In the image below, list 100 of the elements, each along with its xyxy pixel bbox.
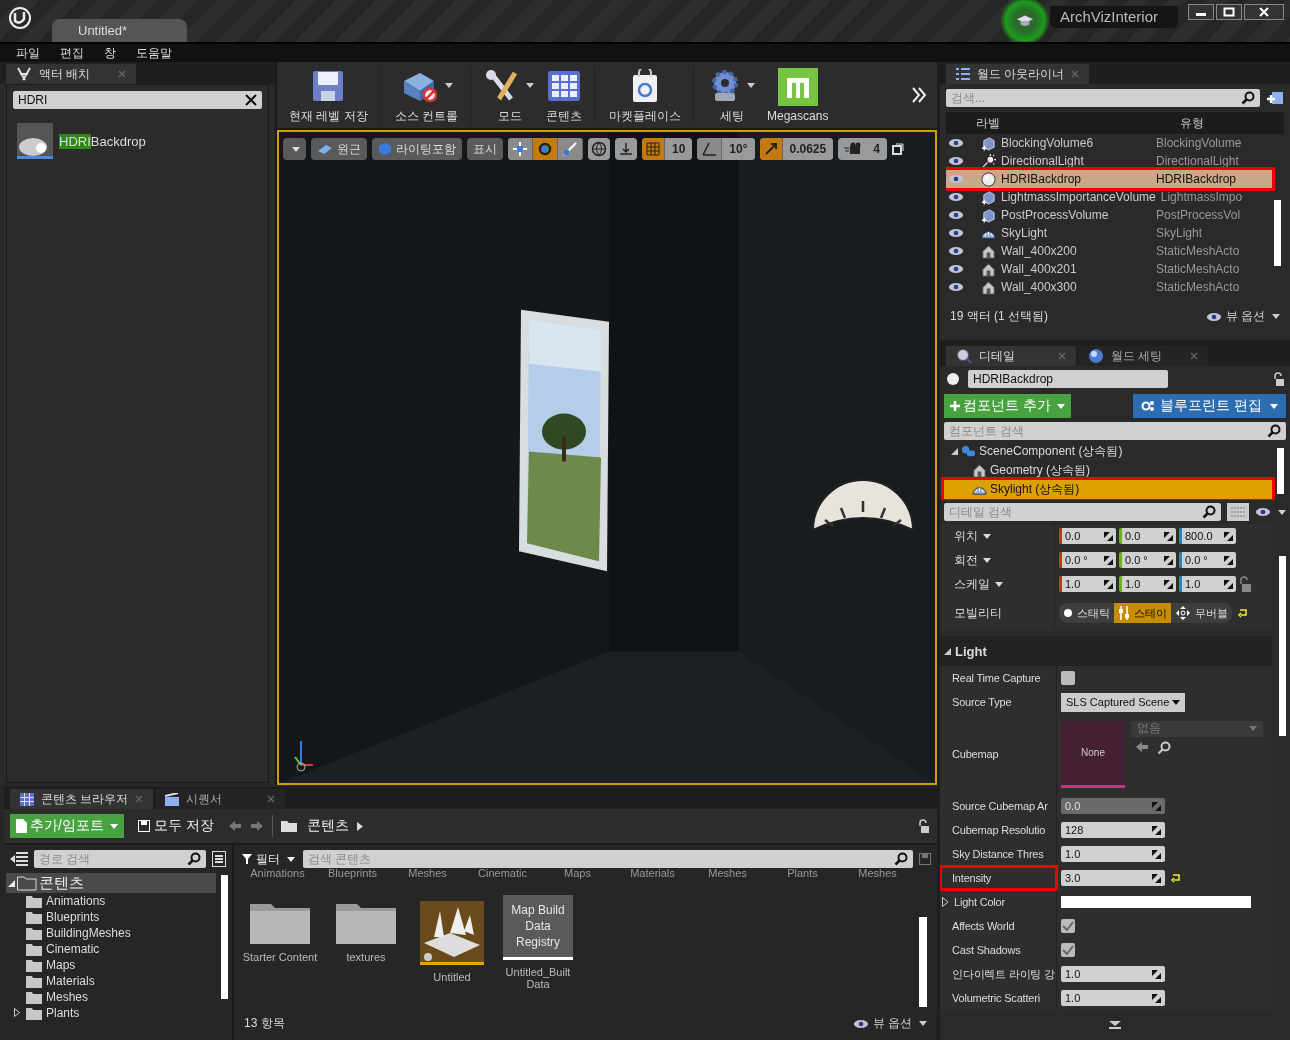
mobility-option[interactable]: 스테이 [1114, 603, 1171, 623]
chevron-right-icon[interactable] [356, 821, 363, 831]
search-icon[interactable] [1267, 424, 1281, 438]
clear-icon[interactable] [245, 94, 257, 106]
asset-name[interactable]: Blueprints [315, 867, 390, 879]
outliner-row[interactable]: Wall_400x300 StaticMeshActo [946, 278, 1272, 296]
number-field[interactable]: 0.0 ° [1119, 552, 1176, 568]
checkbox[interactable] [1061, 943, 1075, 957]
number-field[interactable]: 0.0 ° [1179, 552, 1236, 568]
color-swatch[interactable] [1061, 896, 1251, 908]
toolbar-button[interactable]: 세팅 [693, 65, 761, 125]
panel-tab[interactable]: 콘텐츠 브라우저 [10, 789, 154, 809]
expand-arrow-icon[interactable] [942, 897, 949, 907]
asset-tile[interactable]: Map Build Data Registry Untitled_Built Data [498, 895, 578, 1011]
number-field[interactable]: 1.0 [1119, 576, 1176, 592]
expanded-arrow-icon[interactable] [951, 448, 958, 455]
toolbar-button[interactable]: 마켓플레이스 [594, 65, 687, 125]
panel-tab[interactable]: 액터 배치 [6, 64, 136, 84]
maximize-button[interactable] [1216, 4, 1242, 20]
eye-icon[interactable] [948, 246, 964, 256]
list-icon[interactable] [212, 851, 226, 867]
panel-tab[interactable]: 월드 아웃라이너 [946, 64, 1090, 84]
asset-name[interactable]: Materials [615, 867, 690, 879]
toolbar-button[interactable]: 콘텐츠 [540, 65, 588, 125]
number-field[interactable]: 1.0 [1061, 990, 1165, 1006]
number-field[interactable]: 3.0 [1061, 870, 1165, 886]
folder-tree-item[interactable]: BuildingMeshes [4, 925, 216, 941]
asset-name[interactable]: Meshes [690, 867, 765, 879]
eye-icon[interactable] [948, 138, 964, 148]
eye-icon[interactable] [948, 156, 964, 166]
snap-toggle[interactable] [642, 138, 665, 160]
minimize-button[interactable] [1188, 4, 1214, 20]
actor-name-field[interactable]: HDRIBackdrop [968, 370, 1168, 388]
view-mode-button[interactable]: 원근 [311, 138, 367, 160]
document-tab[interactable]: Untitled* [52, 19, 188, 42]
search-icon[interactable] [1202, 505, 1216, 519]
outliner-row[interactable]: Wall_400x201 StaticMeshActo [946, 260, 1272, 278]
snap-toggle[interactable] [697, 138, 723, 160]
folder-tree-item[interactable]: 콘텐츠 [6, 873, 216, 893]
folder-tree-item[interactable]: Animations [4, 893, 216, 909]
number-field[interactable]: 128 [1061, 822, 1165, 838]
toolbar-button[interactable]: 소스 컨트롤 [379, 65, 464, 125]
scrollbar-thumb[interactable] [221, 875, 228, 999]
number-field[interactable]: 1.0 [1179, 576, 1236, 592]
asset-name[interactable]: Meshes [840, 867, 915, 879]
surface-snap-button[interactable] [615, 138, 637, 160]
view-options-button[interactable]: 뷰 옵션 [852, 1015, 927, 1032]
expand-more-icon[interactable] [1109, 1021, 1121, 1029]
snap-toggle[interactable] [759, 138, 783, 160]
left-arrow-icon[interactable] [1135, 740, 1149, 753]
mobility-option[interactable]: 무버블 [1171, 603, 1232, 623]
lock-icon[interactable] [1272, 372, 1284, 386]
number-field[interactable]: 800.0 [1179, 528, 1236, 544]
reset-arrow-icon[interactable] [1238, 608, 1248, 618]
outliner-row[interactable]: Wall_400x200 StaticMeshActo [946, 242, 1272, 260]
search-field[interactable]: HDRI [13, 91, 262, 109]
component-row[interactable]: Geometry (상속됨) [944, 461, 1272, 480]
actor-result-item[interactable]: HDRIBackdrop [13, 119, 262, 163]
transform-tool-button[interactable] [558, 138, 583, 160]
save-all-button[interactable]: 모두 저장 [131, 816, 220, 836]
asset-tile[interactable]: textures [326, 895, 406, 1011]
outliner-row[interactable]: DirectionalLight DirectionalLight [946, 152, 1272, 170]
asset-name[interactable]: Animations [240, 867, 315, 879]
checkbox[interactable] [1061, 671, 1075, 685]
column-header[interactable]: 유형 [1176, 114, 1204, 132]
lock-icon[interactable] [1239, 576, 1251, 592]
eye-icon[interactable] [948, 264, 964, 274]
menu-item[interactable]: 파일 [6, 44, 50, 62]
breadcrumb-link[interactable]: 콘텐츠 [306, 817, 349, 835]
asset-tile[interactable]: Untitled [412, 895, 492, 1011]
outliner-row[interactable]: LightmassImportanceVolume LightmassImpo [946, 188, 1272, 206]
asset-name[interactable]: Plants [765, 867, 840, 879]
viewport-options-button[interactable] [283, 138, 306, 160]
number-field[interactable]: 0.0 [1059, 528, 1116, 544]
outliner-row[interactable]: HDRIBackdrop HDRIBackdrop [946, 170, 1272, 188]
column-header[interactable]: 라벨 [946, 114, 1176, 132]
dropdown[interactable]: SLS Captured Scene [1061, 692, 1186, 712]
eye-icon[interactable] [1205, 311, 1222, 322]
folder-tree-item[interactable]: Plants [4, 1005, 216, 1021]
close-icon[interactable] [1190, 352, 1198, 360]
lock-icon[interactable] [917, 819, 929, 833]
eye-icon[interactable] [948, 228, 964, 238]
outliner-row[interactable]: PostProcessVolume PostProcessVol [946, 206, 1272, 224]
eye-icon[interactable] [948, 282, 964, 292]
toolbar-button[interactable]: 모드 [470, 65, 540, 125]
asset-name[interactable]: Meshes [390, 867, 465, 879]
number-field[interactable]: 1.0 [1059, 576, 1116, 592]
show-button[interactable]: 표시 [467, 138, 503, 160]
scrollbar-thumb[interactable] [1279, 556, 1286, 736]
asset-name[interactable]: Maps [540, 867, 615, 879]
maximize-viewport-icon[interactable] [891, 143, 904, 155]
back-arrow-icon[interactable] [227, 820, 242, 832]
eye-icon[interactable] [948, 174, 964, 184]
folder-tree-item[interactable]: Blueprints [4, 909, 216, 925]
menu-item[interactable]: 도움말 [126, 44, 182, 62]
coordinate-space-button[interactable] [588, 138, 610, 160]
view-options-button[interactable]: 뷰 옵션 [1205, 308, 1280, 325]
visibility-options-button[interactable] [1255, 507, 1286, 517]
asset-thumbnail[interactable]: None [1061, 720, 1125, 788]
double-chevron-icon[interactable] [911, 86, 927, 104]
